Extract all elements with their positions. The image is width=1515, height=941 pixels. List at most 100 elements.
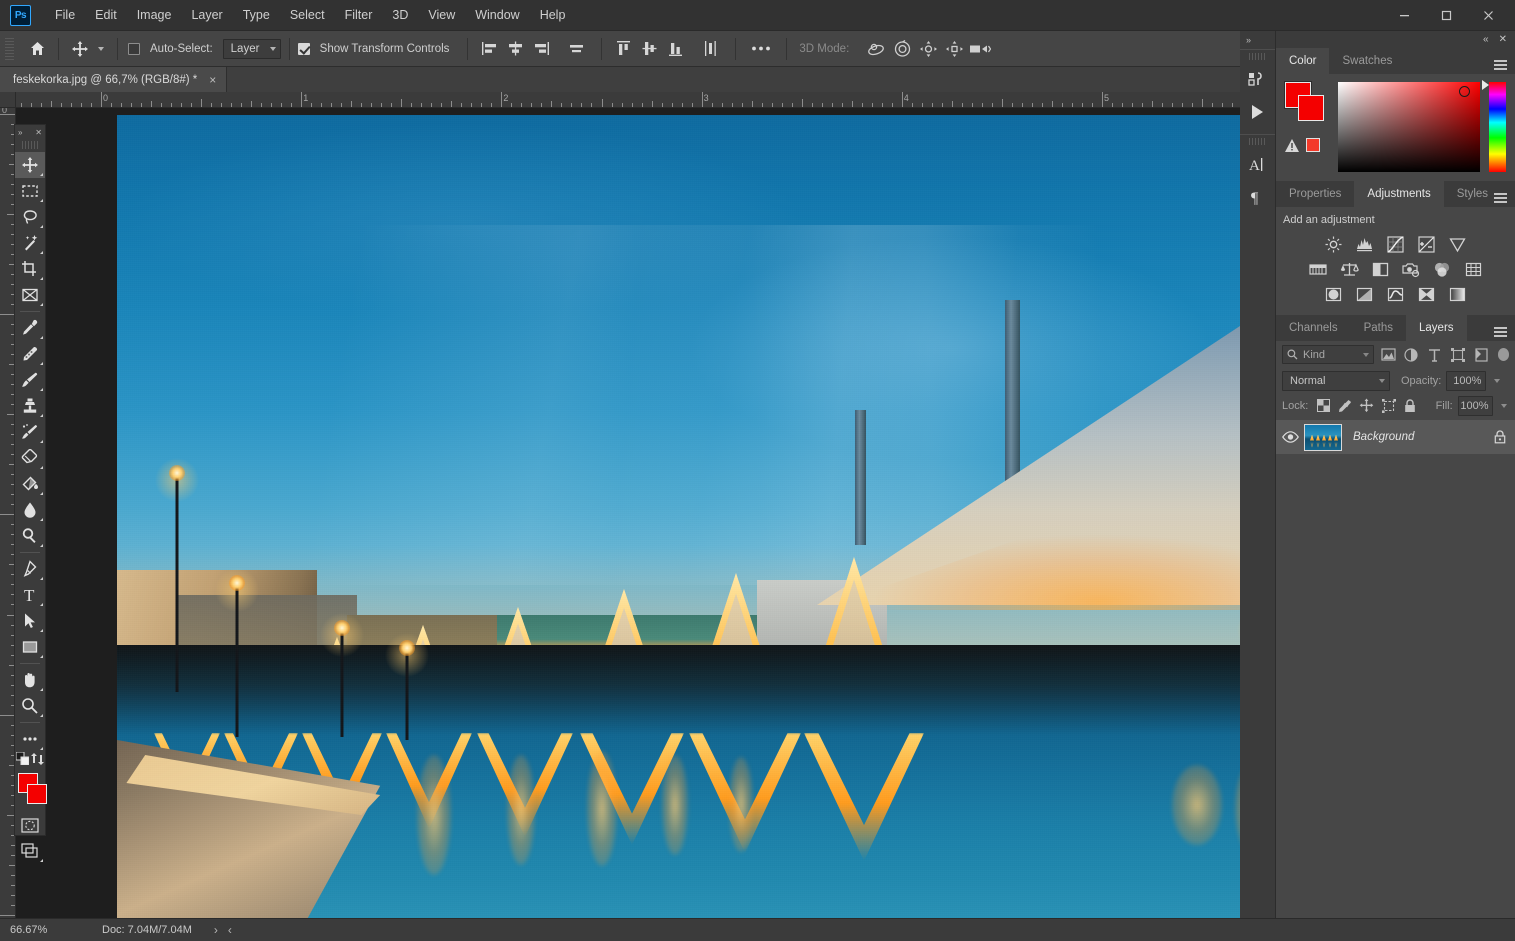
align-vertical-centers-icon[interactable] — [636, 36, 662, 62]
tab-color[interactable]: Color — [1276, 48, 1330, 74]
gradient-map-icon[interactable] — [1448, 285, 1467, 304]
default-colors-icon[interactable] — [15, 751, 30, 770]
zoom-tool-icon[interactable] — [15, 693, 45, 719]
drag-3d-icon[interactable] — [915, 36, 941, 62]
home-icon[interactable] — [24, 36, 50, 62]
brush-tool-icon[interactable] — [15, 367, 45, 393]
move-tool-icon[interactable] — [67, 36, 93, 62]
tab-properties[interactable]: Properties — [1276, 181, 1355, 207]
black-white-icon[interactable] — [1371, 260, 1390, 279]
lock-icon[interactable] — [1485, 430, 1515, 444]
lock-position-icon[interactable] — [1359, 397, 1376, 415]
color-picker-ring[interactable] — [1459, 86, 1470, 97]
tool-preset-chevron-icon[interactable] — [93, 36, 109, 62]
panel-menu-icon[interactable] — [1492, 181, 1508, 207]
gamut-warning-icon[interactable] — [1285, 138, 1299, 152]
hue-slider-handle[interactable] — [1482, 80, 1489, 90]
pen-tool-icon[interactable] — [15, 556, 45, 582]
dodge-tool-icon[interactable] — [15, 523, 45, 549]
tab-swatches[interactable]: Swatches — [1329, 48, 1406, 74]
filter-shape-icon[interactable] — [1449, 345, 1467, 364]
blend-mode-dropdown[interactable]: Normal — [1282, 370, 1390, 391]
frame-tool-icon[interactable] — [15, 282, 45, 308]
eye-icon[interactable] — [1276, 431, 1304, 443]
libraries-icon[interactable] — [1240, 64, 1274, 96]
channel-mixer-icon[interactable] — [1433, 260, 1452, 279]
threshold-icon[interactable] — [1386, 285, 1405, 304]
menu-filter[interactable]: Filter — [335, 4, 383, 26]
clone-stamp-tool-icon[interactable] — [15, 393, 45, 419]
panel-menu-icon[interactable] — [1492, 315, 1508, 341]
exposure-icon[interactable] — [1417, 235, 1436, 254]
auto-select-group[interactable]: Auto-Select: — [128, 42, 217, 55]
more-options-icon[interactable] — [744, 36, 778, 62]
filter-pixel-icon[interactable] — [1379, 345, 1397, 364]
close-icon[interactable]: ✕ — [1499, 34, 1507, 45]
actions-play-icon[interactable] — [1240, 96, 1274, 128]
layer-name[interactable]: Background — [1342, 431, 1485, 443]
opacity-stepper-icon[interactable] — [1491, 371, 1503, 391]
menu-layer[interactable]: Layer — [181, 4, 232, 26]
align-right-edges-icon[interactable] — [528, 36, 554, 62]
show-transform-checkbox[interactable] — [297, 42, 310, 55]
rotate-3d-icon[interactable] — [863, 36, 889, 62]
background-color-swatch[interactable] — [27, 784, 47, 804]
menu-edit[interactable]: Edit — [85, 4, 127, 26]
close-button[interactable] — [1467, 3, 1509, 29]
menu-image[interactable]: Image — [127, 4, 182, 26]
distribute-horizontal-icon[interactable] — [563, 36, 589, 62]
magic-wand-tool-icon[interactable] — [15, 230, 45, 256]
auto-select-checkbox[interactable] — [128, 42, 140, 55]
dock-grip[interactable] — [1249, 53, 1266, 60]
lasso-tool-icon[interactable] — [15, 204, 45, 230]
filter-smart-object-icon[interactable] — [1472, 345, 1490, 364]
collapse-panel-icon[interactable]: » — [18, 129, 22, 137]
tab-channels[interactable]: Channels — [1276, 315, 1351, 341]
auto-select-scope-dropdown[interactable]: Layer — [222, 38, 281, 59]
align-top-edges-icon[interactable] — [610, 36, 636, 62]
levels-icon[interactable] — [1355, 235, 1374, 254]
layer-thumbnail[interactable] — [1304, 423, 1342, 451]
swap-colors-icon[interactable] — [31, 752, 44, 770]
layer-filter-kind-dropdown[interactable]: Kind — [1282, 345, 1374, 364]
options-bar-grip[interactable] — [5, 37, 14, 60]
crop-tool-icon[interactable] — [15, 256, 45, 282]
selective-color-icon[interactable] — [1417, 285, 1436, 304]
history-brush-tool-icon[interactable] — [15, 419, 45, 445]
show-transform-group[interactable]: Show Transform Controls — [297, 42, 454, 55]
menu-type[interactable]: Type — [233, 4, 280, 26]
path-selection-tool-icon[interactable] — [15, 608, 45, 634]
eyedropper-tool-icon[interactable] — [15, 315, 45, 341]
filter-type-icon[interactable] — [1426, 345, 1444, 364]
menu-window[interactable]: Window — [465, 4, 529, 26]
color-lookup-icon[interactable] — [1464, 260, 1483, 279]
vibrance-icon[interactable] — [1448, 235, 1467, 254]
expand-panels-icon[interactable]: » — [1240, 31, 1275, 49]
opacity-value[interactable]: 100% — [1446, 370, 1487, 391]
canvas-area[interactable] — [16, 108, 1240, 918]
move-tool-icon[interactable] — [15, 152, 45, 178]
gamut-substitute-swatch[interactable] — [1306, 138, 1320, 152]
close-icon[interactable]: × — [207, 74, 218, 86]
menu-select[interactable]: Select — [280, 4, 335, 26]
tab-paths[interactable]: Paths — [1350, 315, 1407, 341]
align-left-edges-icon[interactable] — [476, 36, 502, 62]
quick-mask-icon[interactable] — [15, 812, 45, 838]
hue-slider[interactable] — [1482, 80, 1506, 172]
lock-transparent-pixels-icon[interactable] — [1315, 397, 1332, 415]
collapse-icon[interactable]: « — [1483, 34, 1489, 45]
maximize-button[interactable] — [1425, 3, 1467, 29]
dock-grip[interactable] — [1249, 138, 1266, 145]
menu-view[interactable]: View — [418, 4, 465, 26]
layer-row-background[interactable]: Background — [1276, 420, 1515, 454]
spot-healing-brush-tool-icon[interactable] — [15, 341, 45, 367]
tab-layers[interactable]: Layers — [1406, 315, 1467, 341]
screen-mode-icon[interactable] — [15, 838, 45, 864]
filter-toggle-icon[interactable] — [1497, 348, 1509, 361]
align-horizontal-centers-icon[interactable] — [502, 36, 528, 62]
photo-filter-icon[interactable] — [1402, 260, 1421, 279]
edit-toolbar-tool-icon[interactable] — [15, 726, 45, 752]
align-bottom-edges-icon[interactable] — [662, 36, 688, 62]
fill-stepper-icon[interactable] — [1498, 396, 1509, 416]
filter-adjustment-icon[interactable] — [1402, 345, 1420, 364]
